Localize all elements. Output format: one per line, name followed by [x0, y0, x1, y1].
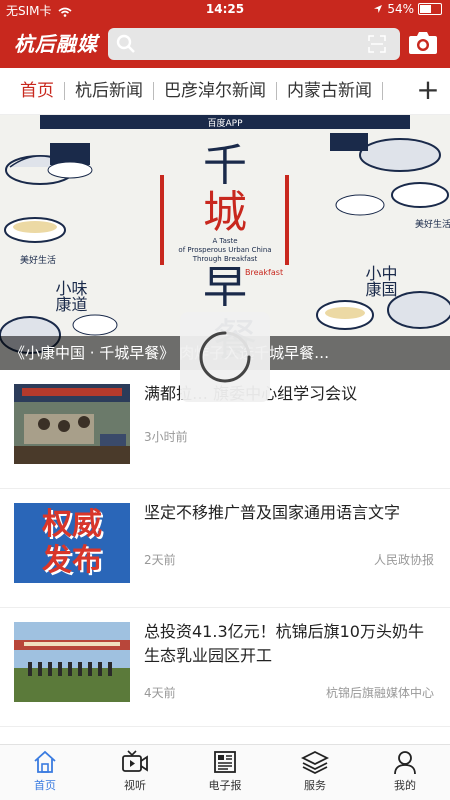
- svg-text:A Taste: A Taste: [212, 237, 237, 245]
- svg-text:Breakfast: Breakfast: [245, 268, 283, 277]
- newspaper-icon: [214, 751, 236, 773]
- svg-text:美好生活: 美好生活: [20, 254, 56, 266]
- tab-inner-mongolia-news[interactable]: 内蒙古新闻: [277, 82, 383, 100]
- tab-home[interactable]: 首页: [0, 82, 65, 100]
- status-bar: 无SIM卡 14:25 54%: [0, 0, 450, 20]
- nav-mine[interactable]: 我的: [360, 745, 450, 800]
- svg-text:城: 城: [203, 187, 247, 238]
- search-icon: [116, 34, 135, 53]
- spinner-icon: [199, 331, 251, 383]
- app-logo: 杭后融媒: [14, 32, 98, 56]
- news-time: 2天前: [144, 553, 176, 567]
- svg-text:早: 早: [203, 262, 247, 313]
- news-item[interactable]: 总投资41.3亿元！杭锦后旗10万头奶牛生态乳业园区开工 4天前 杭锦后旗融媒体…: [0, 608, 450, 727]
- app-header: 杭后融媒: [0, 20, 450, 68]
- svg-text:of Prosperous Urban China: of Prosperous Urban China: [178, 246, 271, 254]
- news-title: 总投资41.3亿元！杭锦后旗10万头奶牛生态乳业园区开工: [144, 622, 424, 665]
- svg-text:千: 千: [203, 140, 247, 191]
- news-title: 坚定不移推广普及国家通用语言文字: [144, 503, 401, 522]
- scan-icon[interactable]: [368, 35, 386, 53]
- video-icon: [122, 750, 148, 772]
- nav-service[interactable]: 服务: [270, 745, 360, 800]
- tab-bayannur-news[interactable]: 巴彦淖尔新闻: [154, 82, 277, 100]
- svg-text:美好生活: 美好生活: [415, 218, 450, 230]
- news-source: 人民政协报: [373, 553, 434, 567]
- news-time: 4天前: [144, 686, 176, 700]
- news-thumbnail: 权威 发布: [14, 503, 130, 583]
- channel-tabs: 首页 杭后新闻 巴彦淖尔新闻 内蒙古新闻 +: [0, 68, 450, 115]
- user-icon: [394, 751, 416, 775]
- battery-percent: 54%: [387, 2, 414, 16]
- layers-icon: [301, 750, 329, 775]
- nav-video[interactable]: 视听: [90, 745, 180, 800]
- poster-partners: 百度APP: [207, 117, 243, 129]
- news-source: 杭锦后旗融媒体中心: [325, 686, 434, 700]
- add-channel-button[interactable]: +: [406, 68, 450, 114]
- news-thumbnail: [14, 384, 130, 464]
- news-time: 3小时前: [144, 430, 188, 444]
- svg-text:味道: 味道: [69, 280, 88, 312]
- home-icon: [34, 750, 56, 773]
- search-bar[interactable]: [108, 28, 400, 60]
- battery-icon: [418, 3, 442, 15]
- news-item[interactable]: 权威 发布 坚定不移推广普及国家通用语言文字 2天前 人民政协报: [0, 489, 450, 608]
- news-thumbnail: [14, 622, 130, 702]
- camera-icon[interactable]: [408, 30, 438, 56]
- nav-epaper[interactable]: 电子报: [180, 745, 270, 800]
- tab-hanghou-news[interactable]: 杭后新闻: [65, 82, 154, 100]
- loading-spinner: [180, 312, 270, 402]
- nav-home[interactable]: 首页: [0, 745, 90, 800]
- bottom-nav: 首页 视听 电子报 服务 我的: [0, 744, 450, 800]
- svg-text:中国: 中国: [379, 265, 398, 297]
- location-arrow-icon: [374, 5, 383, 13]
